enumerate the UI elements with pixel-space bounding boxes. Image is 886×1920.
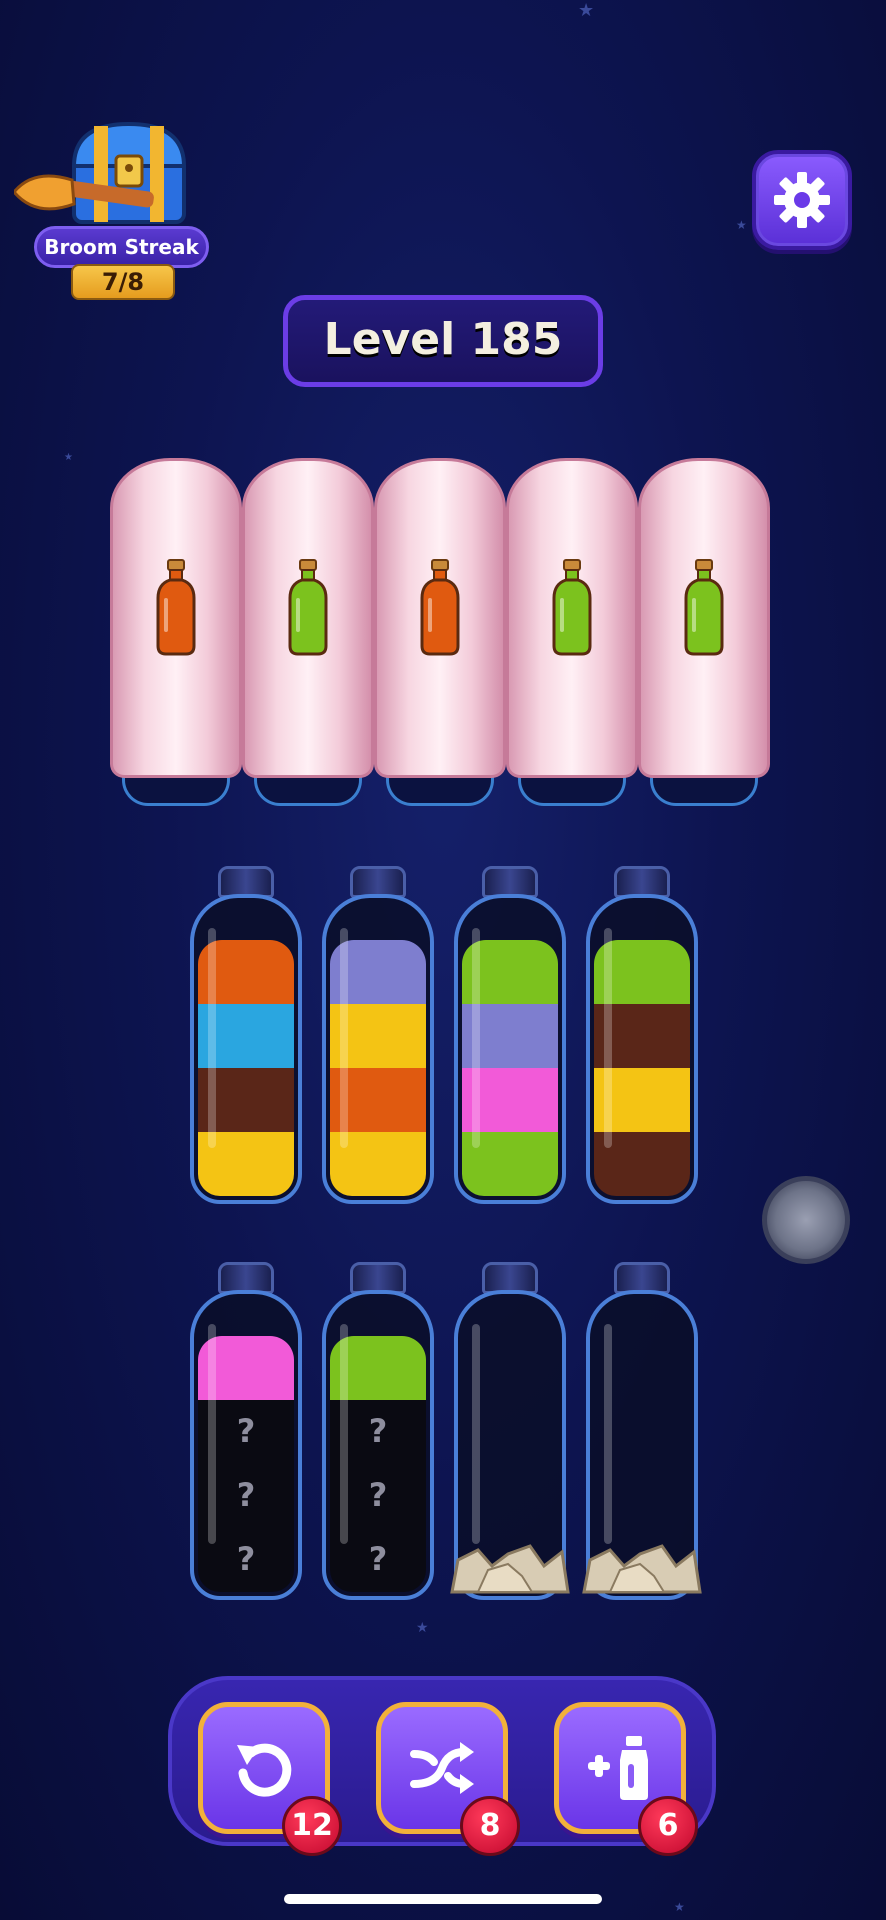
covered-bottle[interactable] bbox=[110, 458, 242, 808]
glass-shine bbox=[340, 1324, 348, 1544]
hidden-layer-mark: ? bbox=[236, 1540, 256, 1578]
mini-bottle-icon bbox=[684, 559, 724, 656]
undo-count-badge: 12 bbox=[282, 1796, 342, 1856]
mini-bottle-icon bbox=[552, 559, 592, 656]
tube[interactable]: ??? bbox=[190, 1262, 302, 1602]
glass-shine bbox=[208, 1324, 216, 1544]
broom-icon bbox=[14, 174, 154, 211]
tube-body bbox=[454, 894, 566, 1204]
rock-blocker-icon bbox=[450, 1544, 570, 1594]
assistive-touch-button[interactable] bbox=[762, 1176, 850, 1264]
home-indicator[interactable] bbox=[284, 1894, 602, 1904]
shuffle-icon bbox=[410, 1742, 474, 1794]
broom-streak-widget[interactable]: Broom Streak 7/8 bbox=[14, 118, 214, 303]
tube-body bbox=[190, 894, 302, 1204]
streak-count: 7/8 bbox=[71, 264, 175, 300]
add-bottle-icon bbox=[588, 1736, 648, 1800]
glass-shine bbox=[472, 928, 480, 1148]
add-bottle-count-badge: 6 bbox=[638, 1796, 698, 1856]
tube[interactable] bbox=[322, 866, 434, 1206]
star-decoration: ★ bbox=[416, 1620, 429, 1636]
shuffle-count-badge: 8 bbox=[460, 1796, 520, 1856]
tube-body bbox=[322, 894, 434, 1204]
tube[interactable]: ??? bbox=[322, 1262, 434, 1602]
glass-shine bbox=[340, 928, 348, 1148]
covered-bottle[interactable] bbox=[242, 458, 374, 808]
star-decoration: ★ bbox=[64, 452, 73, 463]
covered-bottle[interactable] bbox=[374, 458, 506, 808]
tube-body: ??? bbox=[322, 1290, 434, 1600]
mini-bottle-icon bbox=[156, 559, 196, 656]
mini-bottle-icon bbox=[288, 559, 328, 656]
hidden-layer-mark: ? bbox=[368, 1540, 388, 1578]
covered-bottle[interactable] bbox=[506, 458, 638, 808]
glass-shine bbox=[604, 1324, 612, 1544]
tube[interactable] bbox=[450, 1262, 570, 1602]
tube[interactable] bbox=[586, 866, 698, 1206]
level-title: Level 185 bbox=[283, 295, 603, 387]
gear-icon bbox=[774, 172, 830, 228]
tube[interactable] bbox=[190, 866, 302, 1206]
tube[interactable] bbox=[454, 866, 566, 1206]
glass-shine bbox=[472, 1324, 480, 1544]
glass-shine bbox=[604, 928, 612, 1148]
star-decoration: ★ bbox=[578, 0, 595, 21]
rock-blocker-icon bbox=[582, 1544, 702, 1594]
star-decoration: ★ bbox=[736, 218, 747, 232]
streak-label: Broom Streak bbox=[34, 226, 209, 268]
tube-body bbox=[586, 894, 698, 1204]
covered-bottle[interactable] bbox=[638, 458, 770, 808]
tube-body: ??? bbox=[190, 1290, 302, 1600]
undo-icon bbox=[237, 1743, 292, 1797]
star-decoration: ★ bbox=[674, 1900, 685, 1914]
settings-button[interactable] bbox=[752, 150, 852, 250]
mini-bottle-icon bbox=[420, 559, 460, 656]
glass-shine bbox=[208, 928, 216, 1148]
tube[interactable] bbox=[582, 1262, 702, 1602]
